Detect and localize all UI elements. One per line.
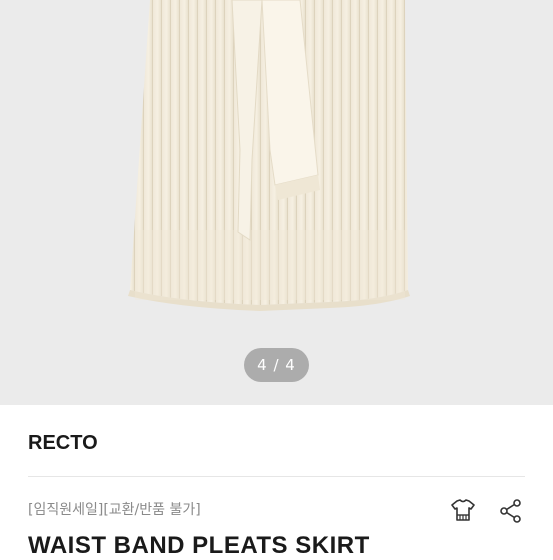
image-pager: 4 / 4 [244,348,309,382]
product-title: WAIST BAND PLEATS SKIRT [28,532,370,559]
share-icon[interactable] [496,496,526,526]
product-tags: [임직원세일][교환/반품 불가] [28,502,201,518]
product-image[interactable]: 4 / 4 [0,0,553,405]
skirt-illustration [128,0,410,311]
divider [28,476,525,477]
tshirt-icon[interactable] [448,496,478,526]
brand-name[interactable]: RECTO [28,432,98,455]
